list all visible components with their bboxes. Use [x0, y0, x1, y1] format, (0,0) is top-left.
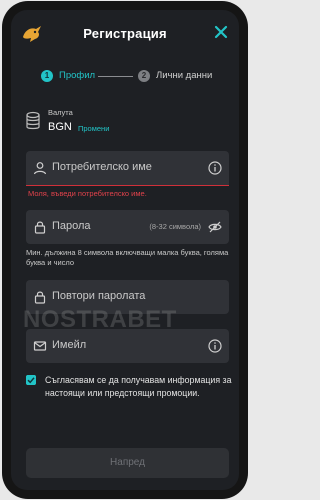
step-1-indicator: 1 [41, 70, 53, 82]
step-2-label: Лични данни [156, 70, 213, 81]
email-field[interactable]: Имейл [26, 329, 229, 363]
step-2-indicator: 2 [138, 70, 150, 82]
password-placeholder: Парола [52, 220, 91, 232]
username-error: Моля, въведи потребителско име. [28, 189, 147, 198]
step-connector [98, 76, 133, 77]
password-field[interactable]: Парола (8-32 символа) [26, 210, 229, 244]
repeat-password-placeholder: Повтори паролата [52, 290, 146, 302]
page-title: Регистрация [83, 26, 167, 41]
stepper: 1 Профил 2 Лични данни [11, 65, 239, 89]
currency-label: Валута [48, 108, 73, 117]
currency-value: BGN [48, 121, 72, 133]
phone-frame: Регистрация 1 Профил 2 Лични данни Валут… [2, 1, 248, 499]
coins-icon [26, 111, 40, 130]
header: Регистрация [11, 10, 239, 50]
eye-off-icon[interactable] [208, 220, 222, 234]
info-icon[interactable] [208, 161, 222, 175]
change-currency-link[interactable]: Промени [78, 124, 109, 133]
username-placeholder: Потребителско име [52, 161, 152, 173]
password-length-hint: (8-32 символа) [149, 222, 201, 231]
step-1-label: Профил [59, 70, 96, 81]
username-field[interactable]: Потребителско име [26, 151, 229, 186]
lock-icon [34, 291, 46, 304]
lock-icon [34, 221, 46, 234]
info-icon[interactable] [208, 339, 222, 353]
consent-checkbox[interactable] [26, 375, 36, 385]
mail-icon [33, 341, 47, 351]
consent-text: Съгласявам се да получавам информация за… [45, 375, 232, 398]
user-icon [33, 162, 47, 175]
password-help-text: Мин. дължина 8 символа включващи малка б… [26, 248, 229, 267]
close-icon[interactable] [213, 24, 229, 40]
email-placeholder: Имейл [52, 339, 87, 351]
app-screen: Регистрация 1 Профил 2 Лични данни Валут… [11, 10, 239, 490]
next-button[interactable]: Напред [26, 448, 229, 478]
